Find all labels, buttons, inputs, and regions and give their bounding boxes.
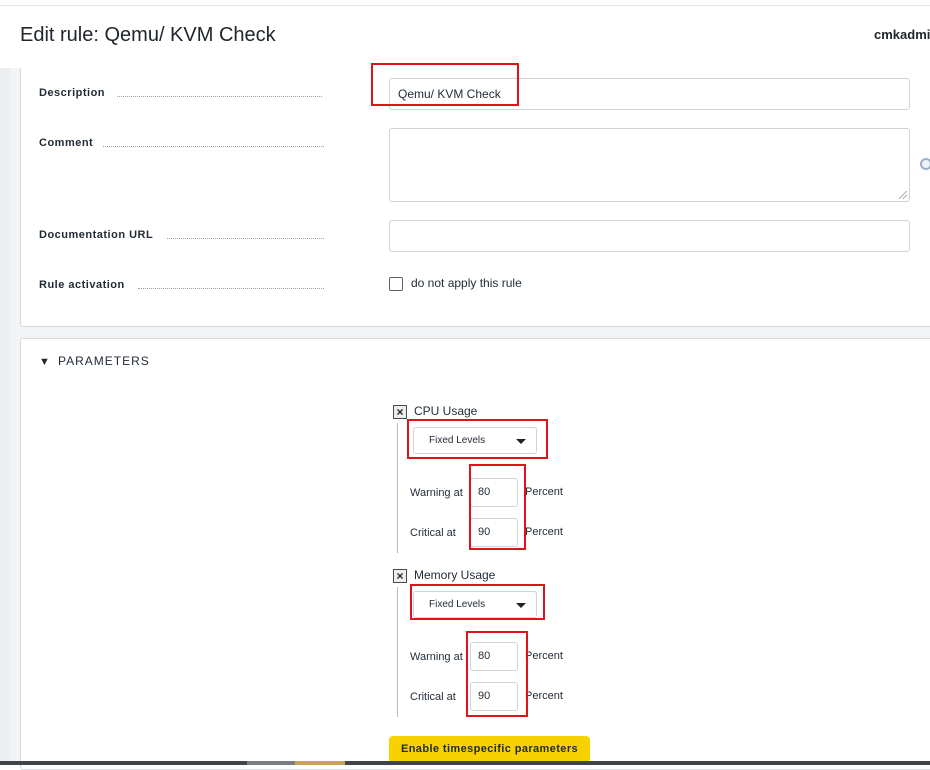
memory-group-line — [397, 587, 398, 717]
activation-checkbox-label: do not apply this rule — [411, 276, 522, 290]
memory-warning-label: Warning at — [410, 651, 463, 663]
activation-dots — [138, 287, 324, 289]
memory-warning-unit: Percent — [525, 650, 563, 662]
comment-dots — [103, 145, 324, 147]
collapse-triangle-icon[interactable]: ▼ — [39, 356, 50, 368]
doc-url-dots — [167, 237, 324, 239]
page-title: Edit rule: Qemu/ KVM Check — [20, 24, 276, 46]
comment-label: Comment — [39, 137, 94, 149]
cpu-critical-unit: Percent — [525, 526, 563, 538]
doc-url-label: Documentation URL — [39, 229, 154, 241]
left-strip — [0, 68, 10, 765]
cpu-remove-icon[interactable]: × — [393, 405, 407, 419]
page-header: Edit rule: Qemu/ KVM Check cmkadmi — [0, 6, 930, 69]
highlight-cpu-mode — [407, 419, 548, 459]
highlight-description — [371, 63, 519, 106]
description-dots — [117, 95, 322, 97]
comment-textarea[interactable] — [389, 128, 910, 202]
bottom-bar-segment — [247, 761, 295, 765]
activation-checkbox[interactable] — [389, 277, 403, 291]
cpu-usage-label: CPU Usage — [414, 404, 478, 418]
highlight-memory-levels — [466, 631, 528, 717]
cpu-warning-label: Warning at — [410, 487, 463, 499]
memory-usage-label: Memory Usage — [414, 568, 496, 582]
cpu-critical-label: Critical at — [410, 527, 456, 539]
memory-critical-label: Critical at — [410, 691, 456, 703]
help-icon[interactable] — [920, 158, 930, 170]
bottom-bar — [0, 761, 930, 765]
resize-grip-icon[interactable] — [899, 191, 907, 199]
highlight-cpu-levels — [469, 464, 526, 550]
bottom-bar-segment — [295, 761, 345, 765]
memory-critical-unit: Percent — [525, 690, 563, 702]
cpu-group-line — [397, 423, 398, 553]
user-name[interactable]: cmkadmi — [874, 27, 930, 42]
memory-remove-icon[interactable]: × — [393, 569, 407, 583]
highlight-memory-mode — [410, 584, 545, 620]
activation-label: Rule activation — [39, 279, 125, 291]
description-label: Description — [39, 87, 106, 99]
enable-timespecific-button[interactable]: Enable timespecific parameters — [389, 736, 590, 763]
cpu-warning-unit: Percent — [525, 486, 563, 498]
parameters-title[interactable]: PARAMETERS — [58, 354, 150, 368]
doc-url-input[interactable] — [389, 220, 910, 252]
